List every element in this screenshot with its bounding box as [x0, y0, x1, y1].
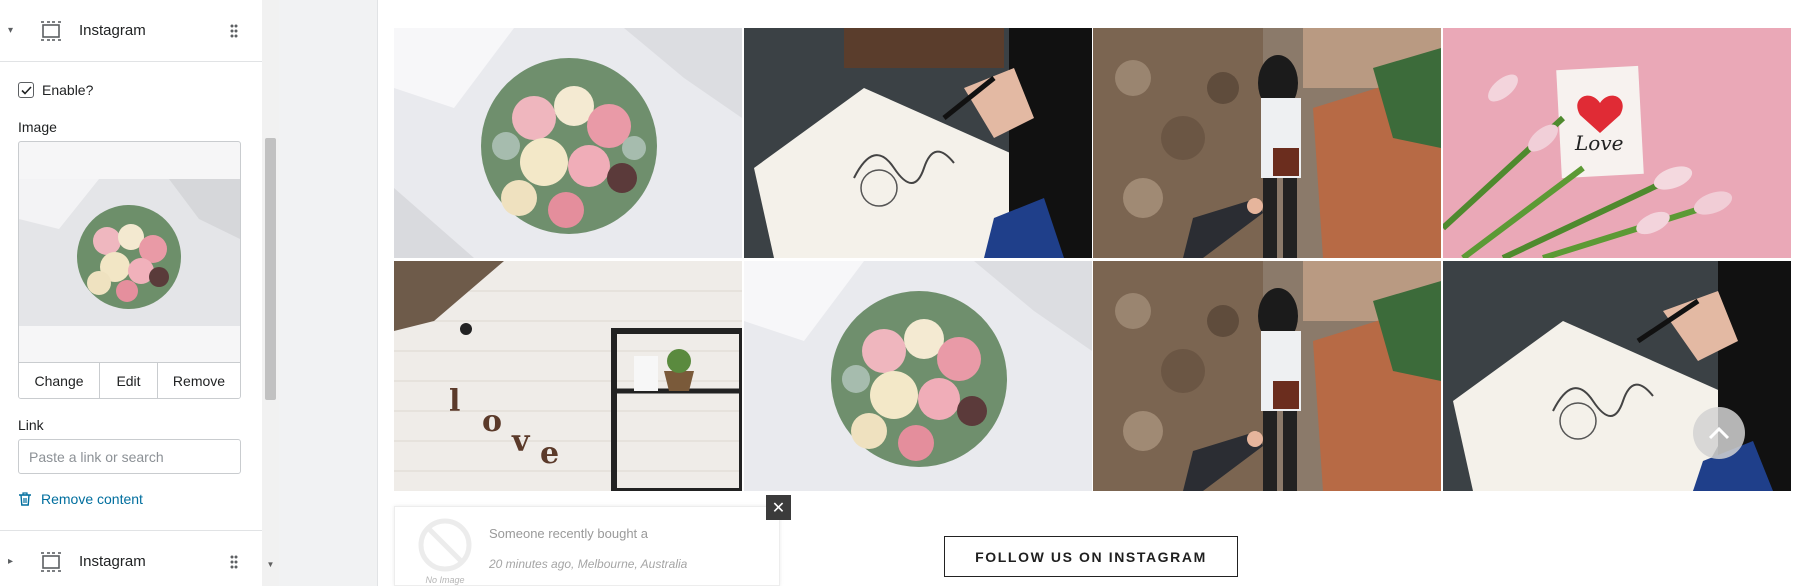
section-layout-icon [41, 20, 61, 41]
edit-image-button[interactable]: Edit [100, 363, 158, 398]
image-label: Image [18, 119, 57, 135]
recent-purchase-popup[interactable]: No Image Someone recently bought a 20 mi… [394, 506, 780, 586]
section-title: Instagram [79, 553, 146, 570]
section-header-instagram-2[interactable]: ▸ Instagram [0, 530, 262, 586]
scroll-to-top-button[interactable] [1693, 407, 1745, 459]
love-card-text: Love [1574, 131, 1623, 155]
trash-icon [19, 492, 31, 506]
no-image-label: No Image [425, 575, 464, 585]
notebook-writing-photo [743, 28, 1092, 258]
image-picker: Change Edit Remove [18, 141, 241, 399]
couple-hands-photo [1093, 28, 1442, 258]
section-layout-icon [41, 551, 61, 572]
couple-hands-photo [1093, 261, 1442, 491]
link-input[interactable]: Paste a link or search [18, 439, 241, 474]
section-title: Instagram [79, 22, 146, 39]
expand-caret-icon[interactable]: ▸ [8, 556, 18, 567]
instagram-photo[interactable]: Love [1443, 28, 1792, 258]
love-wall-letter: l [449, 384, 460, 419]
section-header-instagram[interactable]: ▾ Instagram [0, 0, 262, 62]
notebook-writing-photo [1443, 261, 1792, 491]
flower-bouquet-photo [743, 261, 1092, 491]
collapse-caret-icon[interactable]: ▾ [8, 25, 18, 36]
instagram-photo[interactable]: l o v e [394, 261, 742, 491]
enable-checkbox[interactable] [18, 82, 34, 98]
enable-checkbox-row[interactable]: Enable? [18, 82, 93, 98]
popup-message: Someone recently bought a [489, 526, 648, 541]
image-action-buttons: Change Edit Remove [19, 362, 240, 398]
enable-label: Enable? [42, 82, 94, 98]
scroll-down-arrow-icon[interactable]: ▼ [265, 560, 276, 570]
instagram-grid: Love l o v e [394, 28, 1792, 491]
popup-time-location: 20 minutes ago, Melbourne, Australia [489, 557, 688, 571]
remove-image-button[interactable]: Remove [158, 363, 240, 398]
chevron-up-icon [1708, 426, 1730, 440]
instagram-photo[interactable] [1093, 28, 1442, 258]
sidebar-scrollbar-thumb[interactable] [265, 138, 276, 400]
instagram-photo[interactable] [394, 28, 742, 258]
love-wall-photo: l o v e [394, 261, 742, 491]
flower-bouquet-photo [394, 28, 742, 258]
follow-instagram-button[interactable]: FOLLOW US ON INSTAGRAM [944, 536, 1238, 577]
love-wall-letter: o [482, 404, 502, 439]
instagram-photo[interactable] [743, 28, 1092, 258]
preview-gutter [279, 0, 378, 586]
instagram-photo[interactable] [743, 261, 1092, 491]
no-image-placeholder-icon: No Image [418, 518, 472, 585]
popup-close-button[interactable]: ✕ [766, 495, 791, 520]
instagram-photo[interactable] [1093, 261, 1442, 491]
drag-handle-icon[interactable] [228, 22, 240, 40]
remove-content-link[interactable]: Remove content [18, 491, 143, 507]
checkmark-icon [20, 85, 32, 95]
change-image-button[interactable]: Change [19, 363, 100, 398]
store-preview: Love l o v e No Image Someone recently b… [379, 0, 1800, 586]
love-wall-letter: v [511, 424, 531, 459]
theme-editor-sidebar: ▾ Instagram Enable? Image Change Edit Re… [0, 0, 262, 586]
drag-handle-icon[interactable] [228, 553, 240, 571]
remove-content-label: Remove content [41, 491, 143, 507]
instagram-photo[interactable] [1443, 261, 1792, 491]
tulips-love-card-photo: Love [1443, 28, 1792, 258]
love-wall-letter: e [540, 436, 559, 471]
link-label: Link [18, 417, 44, 433]
image-preview-thumbnail [19, 179, 240, 326]
